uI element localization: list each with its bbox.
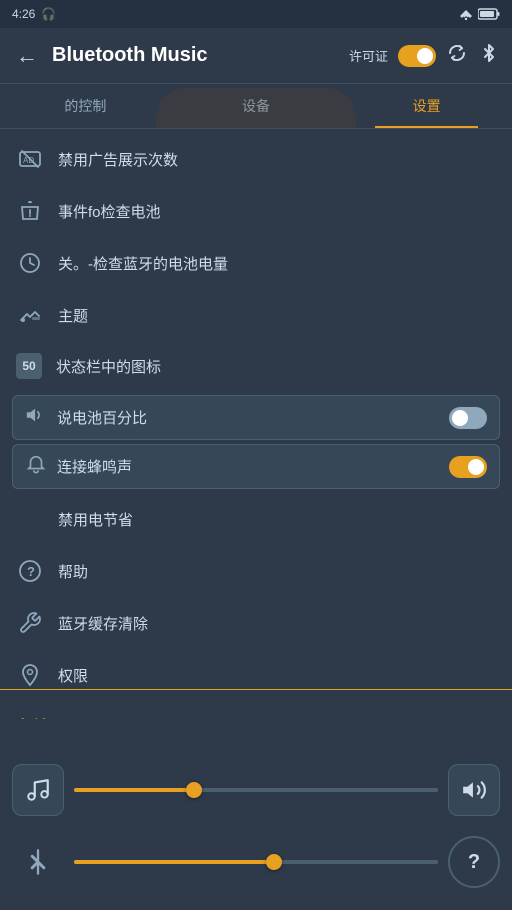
help-circle-button[interactable]: ? xyxy=(448,836,500,888)
back-button[interactable]: ← xyxy=(12,39,42,73)
settings-content: AD 禁用广告展示次数 事件fo检查电池 xyxy=(0,129,512,719)
ad-icon: AD xyxy=(16,145,44,173)
permission-label: 许可证 xyxy=(349,46,388,65)
settings-list: AD 禁用广告展示次数 事件fo检查电池 xyxy=(0,129,512,719)
bt-cache-label: 蓝牙缓存清除 xyxy=(58,613,148,634)
settings-item-statusbar[interactable]: 50 状态栏中的图标 xyxy=(0,341,512,391)
header-actions: 许可证 xyxy=(349,42,500,69)
volume-track xyxy=(74,788,438,792)
brightness-slider[interactable] xyxy=(74,852,438,872)
statusbar-icon-indicator: 50 xyxy=(16,353,42,379)
volume-thumb[interactable] xyxy=(186,782,202,798)
help-icon: ? xyxy=(16,557,44,585)
settings-item-battery-check[interactable]: 关。-检查蓝牙的电池电量 xyxy=(0,237,512,289)
refresh-icon[interactable] xyxy=(446,42,468,69)
player-row-1 xyxy=(0,754,512,826)
settings-item-disable-save[interactable]: 禁用电节省 xyxy=(0,493,512,545)
settings-item-bt-cache[interactable]: 蓝牙缓存清除 xyxy=(0,597,512,649)
event-check-label: 事件fo检查电池 xyxy=(58,201,161,222)
status-bar: 4:26 🎧 xyxy=(0,0,512,28)
permissions-label: 权限 xyxy=(58,665,88,686)
speak-battery-label: 说电池百分比 xyxy=(57,407,439,428)
bottom-player: ? xyxy=(0,690,512,910)
disable-save-label: 禁用电节省 xyxy=(58,509,133,530)
location-icon xyxy=(16,661,44,689)
brightness-thumb[interactable] xyxy=(266,854,282,870)
tab-control[interactable]: 的控制 xyxy=(0,84,171,128)
divider xyxy=(0,689,512,691)
statusbar-icon-label: 状态栏中的图标 xyxy=(56,356,161,377)
header: ← Bluetooth Music 许可证 xyxy=(0,28,512,84)
battery-icon xyxy=(478,8,500,20)
battery-check-label: 关。-检查蓝牙的电池电量 xyxy=(58,253,228,274)
bt-indicator xyxy=(12,836,64,888)
brightness-track xyxy=(74,860,438,864)
player-row-2: ? xyxy=(0,826,512,898)
settings-item-ad-disable[interactable]: AD 禁用广告展示次数 xyxy=(0,133,512,185)
about-title: 有关 xyxy=(16,713,496,719)
bell-icon xyxy=(25,453,47,480)
about-section: 有关 4.2版 开发magdelphi xyxy=(0,701,512,719)
tab-device[interactable]: 设备 xyxy=(171,84,342,128)
event-icon xyxy=(16,197,44,225)
clock-icon xyxy=(16,249,44,277)
wifi-icon xyxy=(458,8,474,20)
status-left: 4:26 🎧 xyxy=(12,7,56,21)
music-note-button[interactable] xyxy=(12,764,64,816)
disable-save-icon xyxy=(16,505,44,533)
speak-icon xyxy=(25,404,47,431)
settings-item-permissions[interactable]: 权限 xyxy=(0,649,512,701)
settings-item-event-check[interactable]: 事件fo检查电池 xyxy=(0,185,512,237)
toggle-connect-beep[interactable]: 连接蜂鸣声 xyxy=(12,444,500,489)
toggle-speak-battery[interactable]: 说电池百分比 xyxy=(12,395,500,440)
status-time: 4:26 xyxy=(12,7,35,21)
tabs: 的控制 设备 设置 xyxy=(0,84,512,129)
page-title: Bluetooth Music xyxy=(52,44,339,67)
tab-settings[interactable]: 设置 xyxy=(341,84,512,128)
volume-slider[interactable] xyxy=(74,780,438,800)
svg-text:?: ? xyxy=(27,564,35,579)
brightness-fill xyxy=(74,860,274,864)
ad-disable-label: 禁用广告展示次数 xyxy=(58,149,178,170)
volume-button[interactable] xyxy=(448,764,500,816)
settings-item-help[interactable]: ? 帮助 xyxy=(0,545,512,597)
theme-icon xyxy=(16,301,44,329)
help-label: 帮助 xyxy=(58,561,88,582)
speak-battery-toggle[interactable] xyxy=(449,407,487,429)
headphone-icon: 🎧 xyxy=(41,7,56,21)
theme-label: 主题 xyxy=(58,305,88,326)
volume-fill xyxy=(74,788,194,792)
settings-item-theme[interactable]: 主题 xyxy=(0,289,512,341)
bluetooth-icon[interactable] xyxy=(478,42,500,69)
connect-beep-label: 连接蜂鸣声 xyxy=(57,456,439,477)
permission-toggle[interactable] xyxy=(398,45,436,67)
connect-beep-toggle[interactable] xyxy=(449,456,487,478)
status-right xyxy=(458,8,500,20)
wrench-icon xyxy=(16,609,44,637)
